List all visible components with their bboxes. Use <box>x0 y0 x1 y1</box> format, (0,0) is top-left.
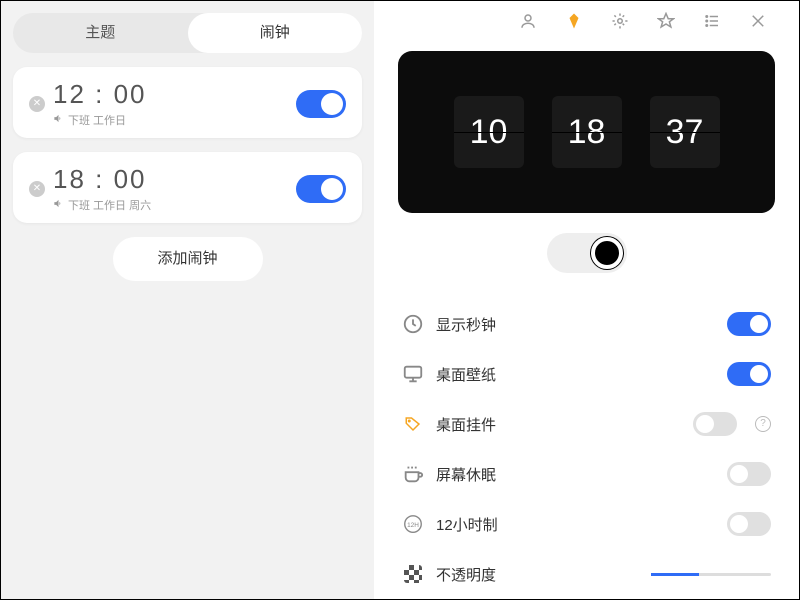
setting-label: 屏幕休眠 <box>436 464 715 485</box>
tab-theme[interactable]: 主题 <box>13 13 188 53</box>
setting-opacity: 不透明度 <box>402 549 771 599</box>
setting-label: 12小时制 <box>436 514 715 535</box>
list-icon[interactable] <box>703 12 721 30</box>
star-icon[interactable] <box>657 12 675 30</box>
close-icon[interactable]: ✕ <box>29 181 45 197</box>
user-icon[interactable] <box>519 12 537 30</box>
alarm-body: 12 : 00 下班 工作日 <box>53 79 296 128</box>
right-panel: 10 18 37 显示秒钟 桌面壁纸 桌面挂件 ? 屏幕休眠 12H <box>374 1 799 599</box>
coffee-icon <box>402 463 424 485</box>
checker-icon <box>402 563 424 585</box>
setting-show-seconds: 显示秒钟 <box>402 299 771 349</box>
tab-alarm[interactable]: 闹钟 <box>188 13 363 53</box>
add-alarm-button[interactable]: 添加闹钟 <box>113 237 263 281</box>
clock-minutes: 18 <box>552 96 622 168</box>
help-icon[interactable]: ? <box>755 416 771 432</box>
theme-knob-dark-icon <box>591 237 623 269</box>
close-icon[interactable]: ✕ <box>29 96 45 112</box>
opacity-slider[interactable] <box>651 573 771 576</box>
alarm-meta: 下班 工作日 <box>53 112 296 128</box>
setting-12hour: 12H 12小时制 <box>402 499 771 549</box>
theme-toggle[interactable] <box>547 233 627 273</box>
setting-widget: 桌面挂件 ? <box>402 399 771 449</box>
setting-label: 桌面挂件 <box>436 414 681 435</box>
svg-text:12H: 12H <box>407 522 419 529</box>
alarm-card[interactable]: ✕ 12 : 00 下班 工作日 <box>13 67 362 138</box>
widget-toggle[interactable] <box>693 412 737 436</box>
clock-display: 10 18 37 <box>398 51 775 213</box>
setting-wallpaper: 桌面壁纸 <box>402 349 771 399</box>
setting-label: 显示秒钟 <box>436 314 715 335</box>
alarm-time: 12 : 00 <box>53 79 296 110</box>
alarm-tags: 下班 工作日 <box>68 112 126 128</box>
wallpaper-toggle[interactable] <box>727 362 771 386</box>
alarm-meta: 下班 工作日 周六 <box>53 197 296 213</box>
top-icon-bar <box>374 1 799 41</box>
show-seconds-toggle[interactable] <box>727 312 771 336</box>
diamond-icon[interactable] <box>565 12 583 30</box>
alarm-card[interactable]: ✕ 18 : 00 下班 工作日 周六 <box>13 152 362 223</box>
clock-seconds: 37 <box>650 96 720 168</box>
gear-icon[interactable] <box>611 12 629 30</box>
alarm-tags: 下班 工作日 周六 <box>68 197 151 213</box>
setting-screensaver: 屏幕休眠 <box>402 449 771 499</box>
settings-list: 显示秒钟 桌面壁纸 桌面挂件 ? 屏幕休眠 12H 12小时制 不透明度 <box>374 299 799 599</box>
twelve-hour-icon: 12H <box>402 513 424 535</box>
tab-bar: 主题 闹钟 <box>13 13 362 53</box>
alarm-body: 18 : 00 下班 工作日 周六 <box>53 164 296 213</box>
setting-label: 桌面壁纸 <box>436 364 715 385</box>
screensaver-toggle[interactable] <box>727 462 771 486</box>
sound-icon <box>53 198 64 212</box>
close-icon[interactable] <box>749 12 767 30</box>
monitor-icon <box>402 363 424 385</box>
left-panel: 主题 闹钟 ✕ 12 : 00 下班 工作日 ✕ 18 : 00 下班 工作日 … <box>1 1 374 599</box>
twelve-hour-toggle[interactable] <box>727 512 771 536</box>
clock-icon <box>402 313 424 335</box>
alarm-toggle[interactable] <box>296 90 346 118</box>
tag-icon <box>402 413 424 435</box>
setting-label: 不透明度 <box>436 564 639 585</box>
sound-icon <box>53 113 64 127</box>
clock-hours: 10 <box>454 96 524 168</box>
alarm-toggle[interactable] <box>296 175 346 203</box>
alarm-time: 18 : 00 <box>53 164 296 195</box>
